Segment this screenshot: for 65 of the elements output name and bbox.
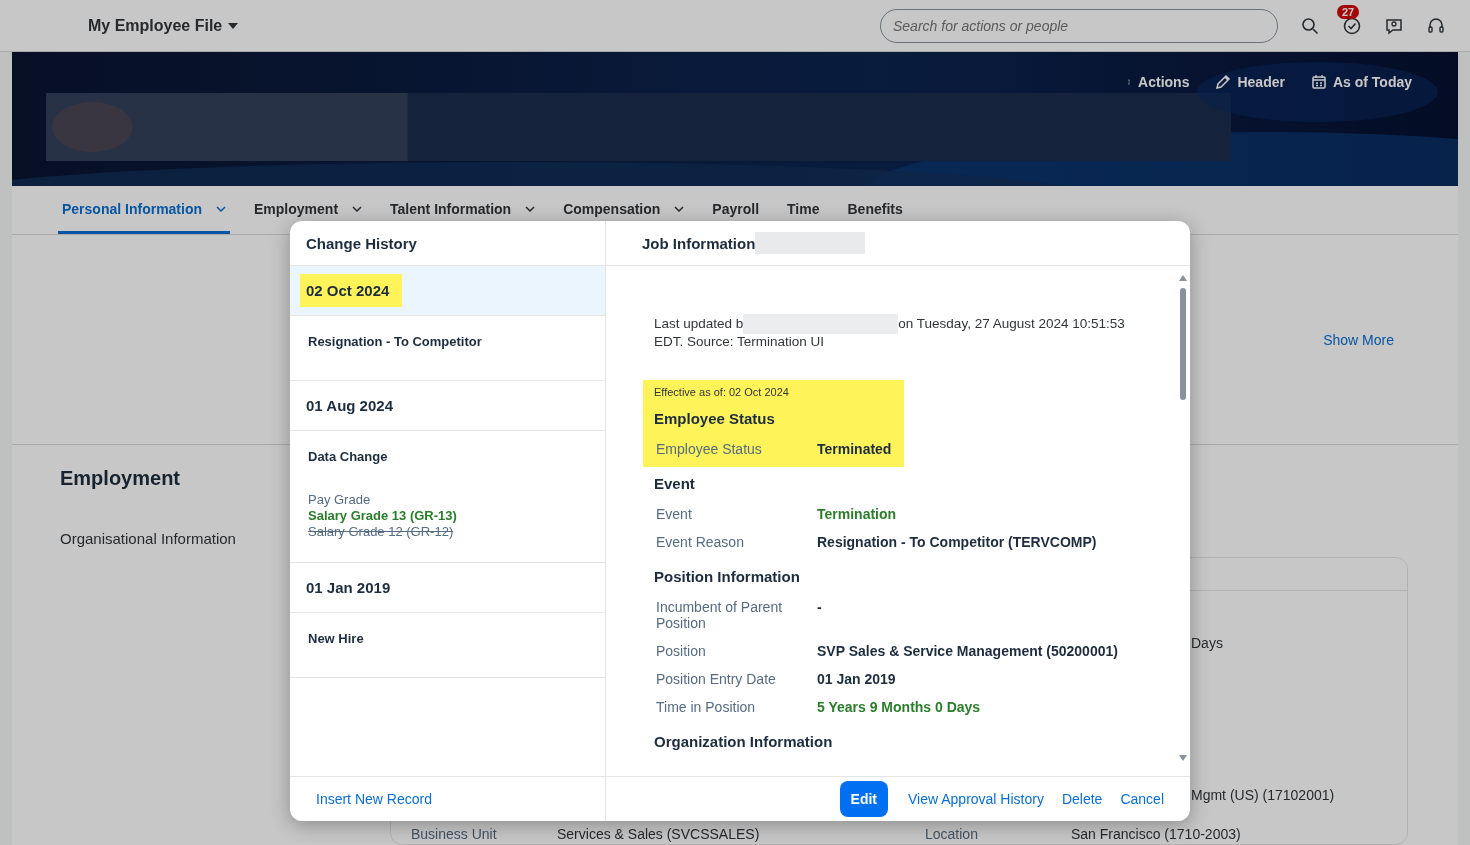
- field-label: Incumbent of Parent Position: [656, 599, 784, 631]
- field-label: Position Entry Date: [656, 671, 777, 687]
- old-value: Salary Grade 12 (GR-12): [308, 524, 455, 540]
- last-updated-text: Last updated b on Tuesday, 27 August 2024 10:51:53 EDT. Source: Termination UI: [653, 314, 1126, 350]
- tab[interactable]: Benefits: [843, 186, 907, 234]
- headset-icon[interactable]: [1426, 15, 1446, 36]
- field-label: Event Reason: [656, 534, 745, 550]
- history-date-item[interactable]: 01 Jan 2019: [290, 563, 605, 613]
- notification-badge: 27: [1337, 5, 1360, 19]
- history-date: 02 Oct 2024: [300, 274, 403, 307]
- calendar-icon: [1310, 74, 1327, 90]
- field-value: Mgmt (US) (17102001): [1191, 786, 1336, 803]
- field-label: Location: [925, 825, 979, 842]
- field-label: Business Unit: [411, 825, 498, 842]
- field-label: Event: [656, 506, 693, 522]
- header-action-button[interactable]: Header: [1215, 74, 1285, 90]
- caret-icon: [228, 22, 239, 29]
- footer-link-button[interactable]: Cancel: [1120, 791, 1164, 807]
- field-value: 5 Years 9 Months 0 Days: [817, 699, 982, 715]
- field-value: San Francisco (1710-2003): [1071, 825, 1242, 842]
- section-title: Employee Status: [654, 410, 776, 427]
- field-value: -: [817, 599, 823, 617]
- edit-button[interactable]: Edit: [839, 781, 888, 817]
- field-value: Services & Sales (SVCSSALES): [557, 825, 761, 842]
- scrollbar[interactable]: [1176, 274, 1190, 762]
- effective-date: Effective as of: 02 Oct 2024: [654, 386, 790, 398]
- section-heading: Employment: [60, 467, 182, 490]
- panel-title: Change History: [306, 234, 417, 252]
- tab[interactable]: Employment: [250, 186, 367, 234]
- history-date-item[interactable]: 01 Aug 2024: [290, 381, 605, 431]
- panel-title: Job Information: [642, 234, 756, 252]
- show-more-link[interactable]: Show More: [1323, 331, 1394, 348]
- field-value: Terminated: [817, 441, 893, 457]
- history-date: 01 Jan 2019: [305, 578, 392, 598]
- tab[interactable]: Payroll: [708, 186, 764, 234]
- section-title: Organization Information: [654, 733, 834, 750]
- insert-record-link[interactable]: Insert New Record: [316, 791, 432, 807]
- section-title: Event: [654, 475, 696, 492]
- tab[interactable]: Talent Information: [386, 186, 540, 234]
- page-title-menu[interactable]: My Employee File: [88, 16, 239, 35]
- field-label: Position: [656, 643, 707, 659]
- field-value: SVP Sales & Service Management (50200001): [817, 643, 1119, 659]
- tab[interactable]: Compensation: [559, 186, 689, 234]
- field-value: Termination: [817, 506, 898, 522]
- field-label: Time in Position: [656, 699, 757, 715]
- history-event: Data Change: [308, 449, 389, 464]
- new-value: Salary Grade 13 (GR-13): [308, 508, 458, 524]
- change-label: Pay Grade: [308, 492, 372, 508]
- field-label: Employee Status: [656, 441, 763, 457]
- history-event: New Hire: [308, 631, 365, 646]
- history-event: Resignation - To Competitor: [308, 334, 483, 349]
- footer-link-button[interactable]: Delete: [1061, 791, 1103, 807]
- header-action-button[interactable]: Actions: [1126, 74, 1190, 90]
- field-value: 01 Jan 2019: [817, 671, 897, 687]
- field-value: Resignation - To Competitor (TERVCOMP): [817, 534, 1098, 550]
- tab[interactable]: Time: [783, 186, 824, 234]
- search-icon[interactable]: [1300, 15, 1320, 36]
- search-field[interactable]: Search for actions or people: [880, 8, 1278, 43]
- header-action-button[interactable]: As of Today: [1310, 74, 1412, 90]
- history-date: 01 Aug 2024: [305, 396, 394, 416]
- history-date-item[interactable]: 02 Oct 2024: [290, 266, 605, 316]
- section-title: Position Information: [654, 568, 801, 585]
- footer-link-button[interactable]: View Approval History: [908, 791, 1044, 807]
- field-value: Days: [1191, 634, 1224, 651]
- pencil-icon: [1215, 74, 1232, 90]
